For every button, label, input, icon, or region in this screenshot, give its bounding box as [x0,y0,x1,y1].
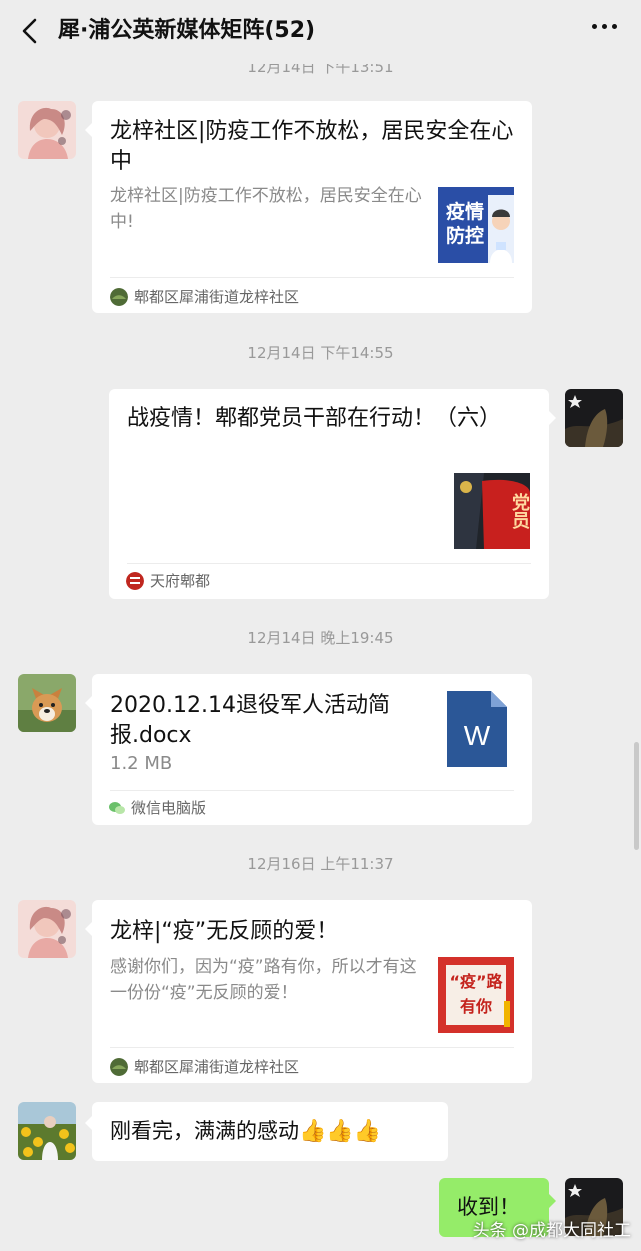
more-horizontal-icon [592,24,597,29]
source-name: 郫都区犀浦街道龙梓社区 [134,1058,300,1076]
timestamp: 12月14日 晚上19:45 [247,629,394,647]
card-divider [110,1047,514,1048]
source-name: 郫都区犀浦街道龙梓社区 [134,288,300,306]
article-thumbnail: 疫情防控 [438,187,514,263]
source-icon [126,572,144,590]
scrollbar[interactable] [634,742,639,850]
thumbnail-text: 党员 [509,493,530,529]
card-divider [110,790,514,791]
watermark: 头条 @成都大同社工 [472,1221,631,1241]
article-title: 龙梓社区|防疫工作不放松，居民安全在心中 [110,119,514,174]
source-icon [110,1058,128,1076]
avatar[interactable] [18,101,76,159]
avatar[interactable] [565,389,623,447]
thumbs-up-icon: 👍👍👍 [299,1119,382,1144]
card-divider [127,563,531,564]
thumbnail-text: 疫情防控 [445,201,484,247]
avatar[interactable] [18,674,76,732]
chat-title: 犀·浦公英新媒体矩阵(52) [58,18,316,43]
file-type-letter: W [463,720,491,751]
avatar-sunflowers [18,1102,76,1160]
word-file-icon: W [447,691,507,767]
avatar[interactable] [18,1102,76,1160]
chevron-left-icon [22,18,37,44]
timestamp: 12月14日 下午14:55 [247,344,394,362]
timestamp: 12月16日 上午11:37 [247,855,394,873]
article-title: 龙梓|“疫”无反顾的爱！ [110,919,339,944]
source-name: 微信电脑版 [131,799,207,817]
file-size: 1.2 MB [110,753,173,774]
article-title: 战疫情！郫都党员干部在行动！（六） [127,406,502,431]
article-description: 感谢你们，因为“疫”路有你，所以才有这一份份“疫”无反顾的爱！ [110,957,417,1003]
article-card[interactable]: 战疫情！郫都党员干部在行动！（六） 党员 天府郫都 [109,389,556,599]
article-description: 龙梓社区|防疫工作不放松，居民安全在心中! [110,186,422,232]
card-divider [110,277,514,278]
article-card[interactable]: 龙梓社区|防疫工作不放松，居民安全在心中 龙梓社区|防疫工作不放松，居民安全在心… [85,101,532,313]
article-card[interactable]: 龙梓|“疫”无反顾的爱！ 感谢你们，因为“疫”路有你，所以才有这一份份“疫”无反… [85,900,532,1083]
chat-header: 犀·浦公英新媒体矩阵(52) [0,0,641,64]
article-thumbnail: 党员 [454,473,530,549]
file-name: 2020.12.14退役军人活动简报.docx [110,693,390,748]
file-card[interactable]: 2020.12.14退役军人活动简报.docx 1.2 MB W 微信电脑版 [85,674,532,825]
wechat-icon [108,799,126,817]
article-thumbnail: “疫”路有你 [438,957,514,1033]
avatar[interactable] [18,900,76,958]
thumbnail-text: “疫”路有你 [449,972,503,1016]
text-message[interactable]: 刚看完，满满的感动👍👍👍 [85,1102,448,1161]
avatar-illustration [18,101,76,159]
avatar-dog [18,674,76,732]
message-text: 刚看完，满满的感动 [110,1119,299,1143]
source-name: 天府郫都 [150,572,211,590]
more-button[interactable] [592,24,617,29]
avatar-photo [565,389,623,447]
avatar-illustration [18,900,76,958]
back-button[interactable] [14,14,48,48]
source-icon [110,288,128,306]
